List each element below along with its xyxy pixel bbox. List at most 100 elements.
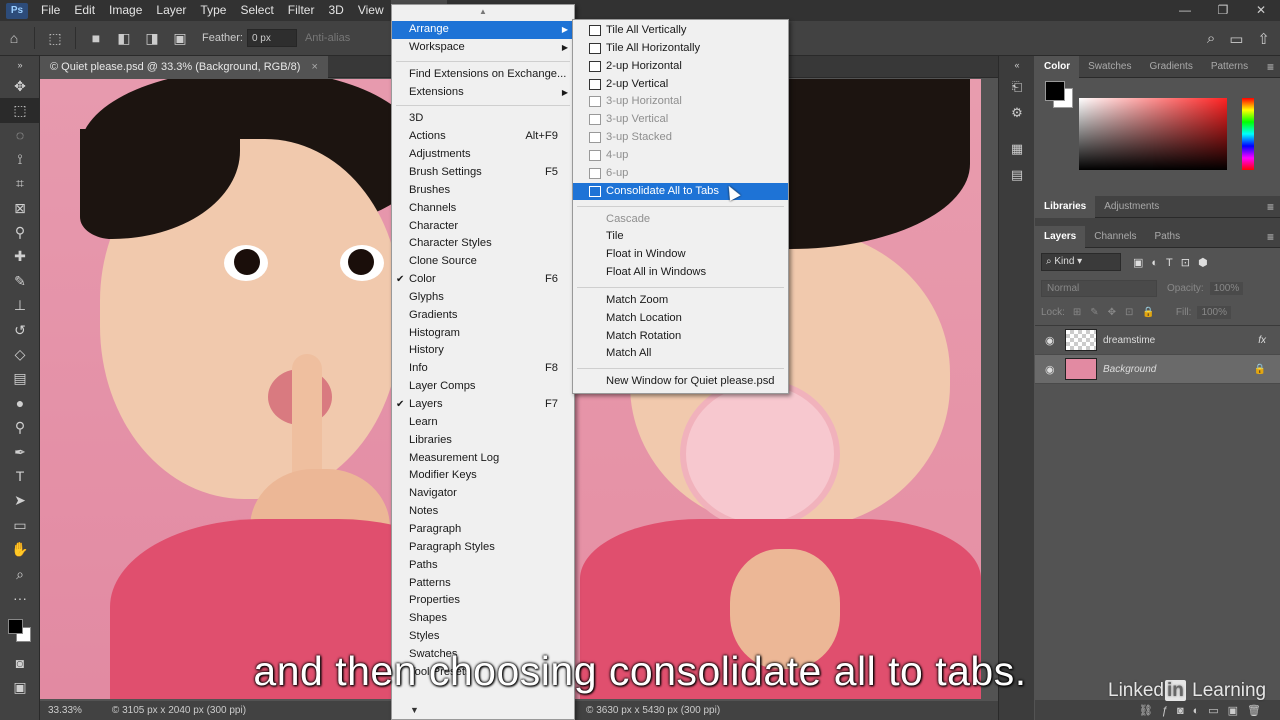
menu-item-paragraph-styles[interactable]: Paragraph Styles (392, 539, 574, 557)
marquee-preset-icon[interactable]: ⬚ (44, 27, 66, 49)
menu-item-paragraph[interactable]: Paragraph (392, 521, 574, 539)
zoom-tool-icon[interactable]: ⌕ (0, 562, 40, 586)
tab-channels[interactable]: Channels (1085, 226, 1145, 248)
menu-item-properties[interactable]: Properties (392, 592, 574, 610)
tab-adjustments[interactable]: Adjustments (1095, 196, 1168, 218)
menu-item-adjustments[interactable]: Adjustments (392, 146, 574, 164)
menu-item-history[interactable]: History (392, 342, 574, 360)
menu-item-tile[interactable]: Tile (573, 228, 788, 246)
menu-item-channels[interactable]: Channels (392, 200, 574, 218)
new-selection-icon[interactable]: ■ (85, 27, 107, 49)
crop-tool-icon[interactable]: ⌗ (0, 172, 40, 196)
menu-item-info[interactable]: Info F8 (392, 360, 574, 378)
menu-item-styles[interactable]: Styles (392, 628, 574, 646)
eye-icon[interactable]: ◉ (1045, 334, 1059, 347)
eye-icon[interactable]: ◉ (1045, 363, 1059, 376)
menu-item-clone-source[interactable]: Clone Source (392, 253, 574, 271)
panel-menu-icon[interactable]: ≡ (1267, 230, 1274, 244)
menu-item-learn[interactable]: Learn (392, 414, 574, 432)
tab-layers[interactable]: Layers (1035, 225, 1086, 248)
tab-libraries[interactable]: Libraries (1035, 195, 1096, 218)
tab-close-icon[interactable]: × (311, 61, 317, 73)
restore-icon[interactable]: ❐ (1204, 0, 1242, 21)
notes-panel-icon[interactable]: ▤ (999, 162, 1035, 188)
hue-slider[interactable] (1242, 98, 1254, 170)
menu-view[interactable]: View (351, 0, 391, 21)
menu-item-libraries[interactable]: Libraries (392, 432, 574, 450)
lasso-tool-icon[interactable]: ◌ (0, 123, 40, 147)
layer-row[interactable]: ◉ dreamstime fx (1035, 326, 1280, 355)
layers-footer-icons[interactable]: ⛓ƒ◙◐▭▣🗑 (1035, 700, 1280, 720)
menu-item-paths[interactable]: Paths (392, 557, 574, 575)
menu-layer[interactable]: Layer (149, 0, 193, 21)
menu-item-character[interactable]: Character (392, 218, 574, 236)
menu-item-modifier-keys[interactable]: Modifier Keys (392, 467, 574, 485)
menu-item-navigator[interactable]: Navigator (392, 485, 574, 503)
properties-panel-icon[interactable]: ▦ (999, 136, 1035, 162)
close-icon[interactable]: ✕ (1242, 0, 1280, 21)
menu-item-tile-all-horizontally[interactable]: Tile All Horizontally (573, 40, 788, 58)
menu-image[interactable]: Image (102, 0, 149, 21)
more-tools-icon[interactable]: ··· (0, 586, 40, 610)
tab-gradients[interactable]: Gradients (1140, 56, 1201, 78)
intersect-selection-icon[interactable]: ▣ (169, 27, 191, 49)
blend-mode-select[interactable]: Normal (1041, 279, 1157, 297)
menu-item-float-in-window[interactable]: Float in Window (573, 246, 788, 264)
type-tool-icon[interactable]: T (0, 464, 40, 488)
blur-tool-icon[interactable]: ● (0, 391, 40, 415)
move-tool-icon[interactable]: ✥ (0, 74, 40, 98)
collapse-icon[interactable]: » (0, 56, 40, 74)
document-tab[interactable]: © Quiet please.psd @ 33.3% (Background, … (40, 56, 328, 78)
menu-item-brushes[interactable]: Brushes (392, 182, 574, 200)
menu-item-shapes[interactable]: Shapes (392, 610, 574, 628)
menu-item-patterns[interactable]: Patterns (392, 575, 574, 593)
menu-item-2-up-vertical[interactable]: 2-up Vertical (573, 76, 788, 94)
menu-item-glyphs[interactable]: Glyphs (392, 289, 574, 307)
feather-input[interactable] (246, 29, 297, 47)
menu-item-3d[interactable]: 3D (392, 110, 574, 128)
menu-item-notes[interactable]: Notes (392, 503, 574, 521)
home-icon[interactable]: ⌂ (3, 27, 25, 49)
healing-tool-icon[interactable]: ✚ (0, 245, 40, 269)
menu-edit[interactable]: Edit (67, 0, 102, 21)
history-panel-icon[interactable]: ⎗ (999, 74, 1035, 100)
menu-item-consolidate-all-to-tabs[interactable]: Consolidate All to Tabs (573, 182, 788, 201)
panel-menu-icon[interactable]: ≡ (1267, 60, 1274, 74)
quick-select-tool-icon[interactable]: ⟟ (0, 147, 40, 171)
color-field[interactable] (1079, 98, 1227, 170)
hand-tool-icon[interactable]: ✋ (0, 537, 40, 561)
menu-item-gradients[interactable]: Gradients (392, 307, 574, 325)
menu-type[interactable]: Type (193, 0, 233, 21)
menu-item-match-all[interactable]: Match All (573, 345, 788, 363)
add-selection-icon[interactable]: ◧ (113, 27, 135, 49)
zoom-level[interactable]: 33.33% (48, 705, 82, 716)
search-icon[interactable]: ⌕ (1207, 30, 1215, 47)
menu-file[interactable]: File (34, 0, 67, 21)
layer-row[interactable]: ◉ Background 🔒 (1035, 355, 1280, 384)
dodge-tool-icon[interactable]: ⚲ (0, 415, 40, 439)
gradient-tool-icon[interactable]: ▤ (0, 367, 40, 391)
menu-3d[interactable]: 3D (321, 0, 350, 21)
color-swatches[interactable] (0, 611, 40, 651)
eyedropper-tool-icon[interactable]: ⚲ (0, 220, 40, 244)
menu-item-histogram[interactable]: Histogram (392, 325, 574, 343)
menu-item-layer-comps[interactable]: Layer Comps (392, 378, 574, 396)
tab-paths[interactable]: Paths (1146, 226, 1190, 248)
marquee-tool-icon[interactable]: ⬚ (0, 98, 40, 123)
tab-swatches[interactable]: Swatches (1079, 56, 1140, 78)
path-select-tool-icon[interactable]: ➤ (0, 489, 40, 513)
menu-item-find-extensions-on-exchange[interactable]: Find Extensions on Exchange... (392, 66, 574, 84)
brush-tool-icon[interactable]: ✎ (0, 269, 40, 293)
menu-item-workspace[interactable]: Workspace ▶ (392, 39, 574, 57)
menu-item-actions[interactable]: Actions Alt+F9 (392, 128, 574, 146)
adjust-panel-icon[interactable]: ⚙ (999, 100, 1035, 126)
menu-item-color[interactable]: ✔ Color F6 (392, 271, 574, 289)
menu-item-character-styles[interactable]: Character Styles (392, 235, 574, 253)
share-icon[interactable]: ⇧ (1257, 30, 1270, 48)
menu-item-arrange[interactable]: Arrange ▶ (392, 21, 574, 39)
menu-item-tile-all-vertically[interactable]: Tile All Vertically (573, 22, 788, 40)
menu-item-match-zoom[interactable]: Match Zoom (573, 292, 788, 310)
history-brush-icon[interactable]: ↺ (0, 318, 40, 342)
tab-patterns[interactable]: Patterns (1202, 56, 1257, 78)
opacity-input[interactable]: 100% (1209, 281, 1244, 295)
